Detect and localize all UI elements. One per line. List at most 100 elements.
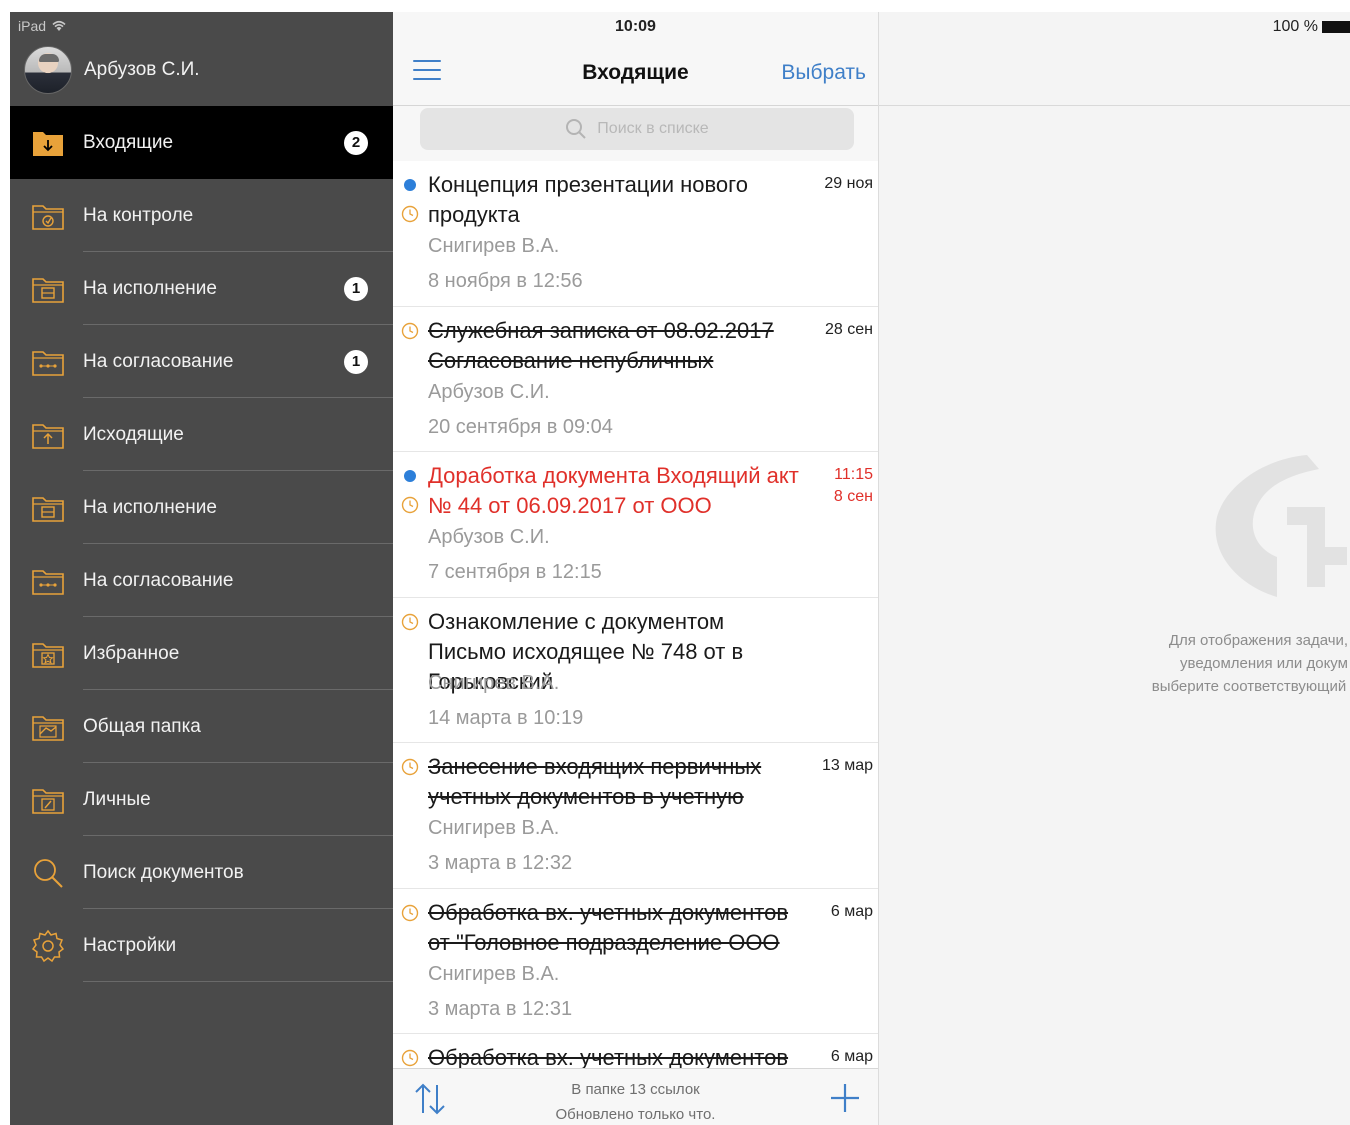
sidebar-item-label: На согласование [83,350,234,372]
unread-dot-icon [404,179,416,191]
sidebar-item-label: Личные [83,788,151,810]
execution-folder-icon [30,490,66,526]
sidebar-item-label: Избранное [83,642,180,664]
hint-line: Для отображения задачи, з [1168,632,1350,649]
item-timestamp: 3 марта в 12:31 [428,997,573,1020]
count-badge: 2 [344,130,368,155]
divider [83,981,393,982]
item-date-primary: 29 ноя [824,175,873,192]
list-item[interactable]: Доработка документа Входящий акт № 44 от… [393,452,878,598]
item-title: Обработка вх. учетных документов от "Гол… [428,899,789,955]
unread-dot-icon [404,470,416,482]
search-input[interactable]: Поиск в списке [420,108,854,150]
inbox-folder-icon [30,125,66,161]
battery-icon [1322,21,1350,33]
sidebar-item[interactable]: Настройки [10,909,393,982]
list-item[interactable]: Концепция презентации нового продукта 29 … [393,161,878,307]
sidebar-item[interactable]: На исполнение [10,471,393,544]
battery-percent: 100 % [1272,18,1318,35]
item-date-primary: 11:15 [834,466,873,483]
sidebar-item[interactable]: Входящие 2 [10,106,393,179]
search-placeholder: Поиск в списке [597,120,709,137]
add-icon[interactable] [830,1083,860,1113]
user-name: Арбузов С.И. [84,59,200,80]
sidebar-item[interactable]: Поиск документов [10,836,393,909]
avatar[interactable] [24,46,72,94]
wifi-icon [52,20,66,31]
bottom-toolbar: В папке 13 ссылок Обновлено только что. [393,1068,878,1125]
approval-folder-icon [30,563,66,599]
user-profile[interactable]: Арбузов С.И. [24,46,200,94]
item-date: 13 мар [822,755,873,777]
search-icon [566,119,587,139]
shared-folder-icon [30,709,66,745]
item-date: 29 ноя [824,173,873,195]
sidebar-item-label: На исполнение [83,277,217,299]
clock-icon [401,904,419,922]
count-badge: 1 [344,276,368,301]
sidebar-item[interactable]: На исполнение 1 [10,252,393,325]
item-date: 28 сен [825,319,873,341]
list-item[interactable]: Ознакомление с документом Письмо исходящ… [393,597,878,743]
clock-icon [401,322,419,340]
item-title: Занесение входящих первичных учетных док… [428,754,762,809]
favorites-folder-icon [30,636,66,672]
outbox-folder-icon [30,417,66,453]
item-author: Снигирев В.А. [428,671,560,694]
list-item[interactable]: Служебная записка от 08.02.2017 Согласов… [393,306,878,452]
clock-icon [401,205,419,223]
item-timestamp: 20 сентября в 09:04 [428,415,613,438]
search-icon [30,855,66,891]
sidebar-item[interactable]: Избранное [10,617,393,690]
item-timestamp: 3 марта в 12:32 [428,852,573,874]
execution-folder-icon [30,271,66,307]
divider [879,105,1350,106]
count-badge: 1 [344,349,368,374]
sidebar: iPad Арбузов С.И. Входящие 2 На контроле На… [10,12,393,1125]
item-date-primary: 28 сен [825,320,873,338]
document-list-pane: 10:09 Входящие Выбрать Поиск в списке Ко… [393,12,879,1125]
approval-folder-icon [30,344,66,380]
status-bar-left: iPad [18,18,66,34]
app-logo-icon [1215,455,1347,597]
sidebar-item[interactable]: На согласование [10,544,393,617]
item-date-primary: 13 мар [821,757,873,774]
sidebar-item-label: Поиск документов [83,861,244,883]
device-label: iPad [18,18,47,34]
hint-line: уведомления или докум [1180,655,1348,672]
link-count-text: В папке 13 ссылок [571,1081,700,1098]
clock-icon [401,1049,419,1067]
item-date: 6 мар [831,901,873,923]
list-item[interactable]: Обработка вх. учетных документов от "Гол… [393,888,878,1034]
sidebar-item[interactable]: На согласование 1 [10,325,393,398]
sidebar-item[interactable]: Общая папка [10,690,393,763]
sidebar-item-label: Настройки [83,934,177,956]
list-item[interactable]: Занесение входящих первичных учетных док… [393,743,878,889]
sidebar-menu: Входящие 2 На контроле На исполнение 1 На сог… [10,106,393,982]
item-date-primary: 6 мар [830,1048,873,1065]
item-author: Снигирев В.А. [428,817,560,839]
clock-icon [401,613,419,631]
gear-icon [30,928,66,964]
item-title: Доработка документа Входящий акт № 44 от… [428,463,799,518]
sidebar-item[interactable]: На контроле [10,179,393,252]
personal-folder-icon [30,782,66,818]
detail-pane: 100 % Для отображения задачи, з уведомле… [879,12,1350,1125]
sidebar-item[interactable]: Личные [10,763,393,836]
hint-line: выберите соответствующий объ [1151,678,1350,695]
sidebar-item[interactable]: Исходящие [10,398,393,471]
item-author: Арбузов С.И. [428,380,550,403]
status-time: 10:09 [615,18,656,35]
sidebar-item-label: На контроле [83,204,194,226]
item-timestamp: 8 ноября в 12:56 [428,270,583,292]
clock-icon [401,758,419,776]
document-list: Концепция презентации нового продукта 29 … [393,161,878,1125]
navigation-bar: Входящие Выбрать [393,48,878,106]
sidebar-item-label: Входящие [83,131,174,153]
item-timestamp: 14 марта в 10:19 [428,706,584,729]
sidebar-item-label: Общая папка [83,715,201,737]
item-timestamp: 7 сентября в 12:15 [428,561,602,583]
divider [393,105,878,106]
item-date: 6 мар [831,1046,873,1068]
select-button[interactable]: Выбрать [781,61,866,85]
